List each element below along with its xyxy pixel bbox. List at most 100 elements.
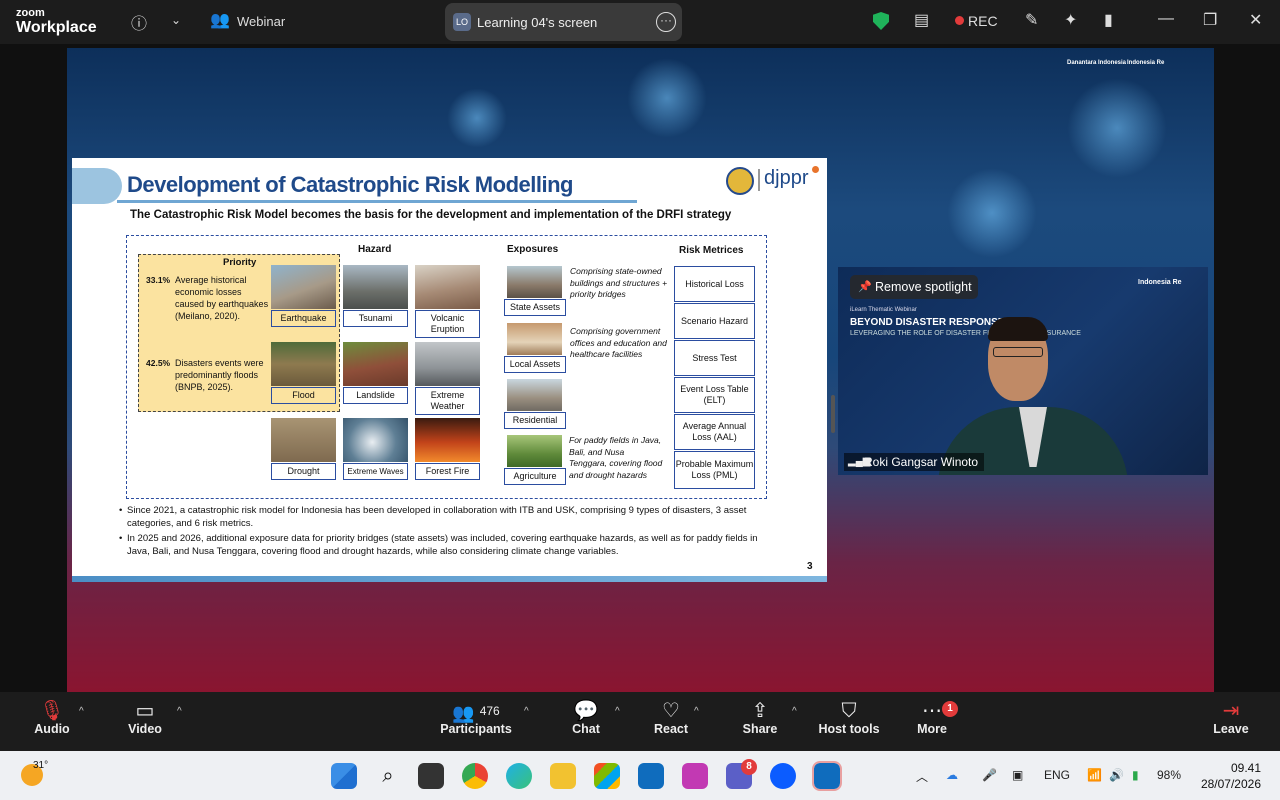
slide-title: Development of Catastrophic Risk Modelli… [127, 172, 573, 197]
exposure-tile: Residential [504, 379, 569, 429]
chrome-icon[interactable] [462, 763, 488, 789]
hazard-label: Extreme Waves [343, 463, 408, 480]
annotate-icon[interactable]: ✎ [1025, 10, 1038, 30]
exposure-description: For paddy fields in Java, Bali, and Nusa… [569, 435, 663, 480]
exposure-tile: State Assets [504, 266, 569, 316]
language-indicator[interactable]: ENG [1044, 768, 1070, 782]
wifi-icon[interactable]: 📶 [1087, 768, 1102, 782]
pin-icon: 📌 [858, 281, 872, 293]
react-label: React [653, 722, 689, 736]
microsoft-store-icon[interactable] [594, 763, 620, 789]
battery-icon[interactable]: ▮ [1132, 768, 1139, 782]
clock[interactable]: 09.41 28/07/2026 [1199, 760, 1261, 792]
bullet-text: Since 2021, a catastrophic risk model fo… [127, 505, 747, 529]
exposure-label: State Assets [504, 299, 566, 316]
info-icon[interactable]: ⓘ [131, 10, 147, 34]
security-shield-icon[interactable] [873, 12, 889, 30]
participants-caret-icon[interactable]: ^ [524, 706, 529, 717]
share-button[interactable]: ⇪ Share [738, 692, 782, 751]
leave-button[interactable]: ⇥ Leave [1211, 692, 1251, 751]
chat-label: Chat [572, 722, 600, 736]
earthquake-image [271, 265, 336, 309]
close-icon[interactable]: ✕ [1249, 10, 1262, 30]
tsunami-image [343, 265, 408, 309]
hazard-tile: Earthquake [271, 265, 336, 327]
windows-start-icon[interactable] [331, 763, 357, 789]
video-button[interactable]: ▭ Video [121, 692, 169, 751]
exposure-label: Agriculture [504, 468, 566, 485]
priority-header: Priority [223, 257, 257, 268]
hazard-tile: Landslide [343, 342, 408, 404]
layout-icon[interactable]: ▮ [1104, 10, 1113, 30]
hazard-tile: Tsunami [343, 265, 408, 327]
exposure-description: Comprising state-owned buildings and str… [570, 266, 668, 299]
react-caret-icon[interactable]: ^ [694, 706, 699, 717]
app-icon[interactable] [682, 763, 708, 789]
outlook-active-icon[interactable] [812, 761, 842, 791]
exposures-header: Exposures [507, 244, 559, 255]
hazard-label: Landslide [343, 387, 408, 404]
camera-icon: ▭ [135, 700, 155, 722]
remove-spotlight-label: Remove spotlight [875, 280, 972, 294]
edge-icon[interactable] [506, 763, 532, 789]
zoom-taskbar-icon[interactable] [770, 763, 796, 789]
notes-icon[interactable]: ▤ [914, 10, 929, 30]
agriculture-image [507, 435, 562, 467]
show-hidden-icons-icon[interactable]: ︿ [916, 768, 928, 785]
risk-metric-box: Probable Maximum Loss (PML) [674, 451, 755, 489]
screen-share-title: Learning 04's screen [477, 15, 598, 30]
panel-resize-handle[interactable] [831, 395, 835, 433]
extreme-weather-image [415, 342, 480, 386]
hazard-label: Drought [271, 463, 336, 480]
participant-name-tag: ▂▄▆ Roki Gangsar Winoto [844, 453, 985, 471]
minimize-icon[interactable]: — [1158, 10, 1174, 28]
microphone-icon[interactable]: 🎤 [982, 768, 997, 782]
volume-icon[interactable]: 🔊 [1109, 768, 1124, 782]
video-options-caret-icon[interactable]: ^ [177, 706, 182, 717]
participants-icon: 👥 476 [452, 703, 500, 723]
more-notification-badge: 1 [942, 701, 958, 717]
onedrive-icon[interactable]: ☁ [946, 768, 958, 782]
participants-button[interactable]: 👥 476 Participants [440, 692, 512, 751]
hazard-label: Tsunami [343, 310, 408, 327]
chat-button[interactable]: 💬 Chat [566, 692, 606, 751]
priority-text: Average historical economic losses cause… [175, 275, 269, 321]
react-button[interactable]: ♡ React [651, 692, 691, 751]
clock-time: 09.41 [1230, 761, 1261, 775]
hazard-tile: Drought [271, 418, 336, 480]
webinar-series-label: iLearn Thematic Webinar [850, 307, 917, 313]
video-label: Video [128, 722, 162, 736]
speaker-glasses [993, 347, 1043, 357]
task-view-icon[interactable] [418, 763, 444, 789]
share-caret-icon[interactable]: ^ [792, 706, 797, 717]
risk-metrics-header: Risk Metrices [679, 245, 744, 256]
audio-options-caret-icon[interactable]: ^ [79, 706, 84, 717]
remove-spotlight-button[interactable]: 📌 Remove spotlight [850, 275, 978, 299]
more-options-icon[interactable]: ··· [656, 12, 676, 32]
ai-companion-icon[interactable]: ✦ [1064, 10, 1077, 30]
state-assets-image [507, 266, 562, 298]
display-icon[interactable]: ▣ [1012, 768, 1023, 782]
slide-page-number: 3 [807, 561, 813, 572]
meeting-type-label: Webinar [237, 14, 286, 29]
outlook-icon[interactable] [638, 763, 664, 789]
rec-label[interactable]: REC [968, 13, 998, 29]
share-screen-icon: ⇪ [751, 700, 769, 722]
risk-metric-box: Stress Test [674, 340, 755, 376]
share-label: Share [742, 722, 778, 736]
restore-icon[interactable]: ❐ [1203, 10, 1217, 30]
screen-share-pill[interactable]: LO Learning 04's screen ··· [445, 3, 682, 41]
audio-button[interactable]: 🎙 Audio [28, 692, 76, 751]
chat-caret-icon[interactable]: ^ [615, 706, 620, 717]
chevron-down-icon[interactable]: ⌄ [171, 13, 181, 27]
weather-temperature: 31° [33, 760, 49, 771]
exposure-description: Comprising government offices and educat… [570, 326, 667, 359]
leave-icon: ⇥ [1222, 700, 1240, 722]
speaker-video-tile[interactable]: iLearn Thematic Webinar BEYOND DISASTER … [838, 267, 1208, 475]
risk-metric-box: Scenario Hazard [674, 303, 755, 339]
host-tools-button[interactable]: ⛉ Host tools [818, 692, 880, 751]
risk-metric-box: Event Loss Table (ELT) [674, 377, 755, 413]
risk-metric-box: Average Annual Loss (AAL) [674, 414, 755, 450]
file-explorer-icon[interactable] [550, 763, 576, 789]
search-icon[interactable]: ⌕ [375, 763, 401, 789]
